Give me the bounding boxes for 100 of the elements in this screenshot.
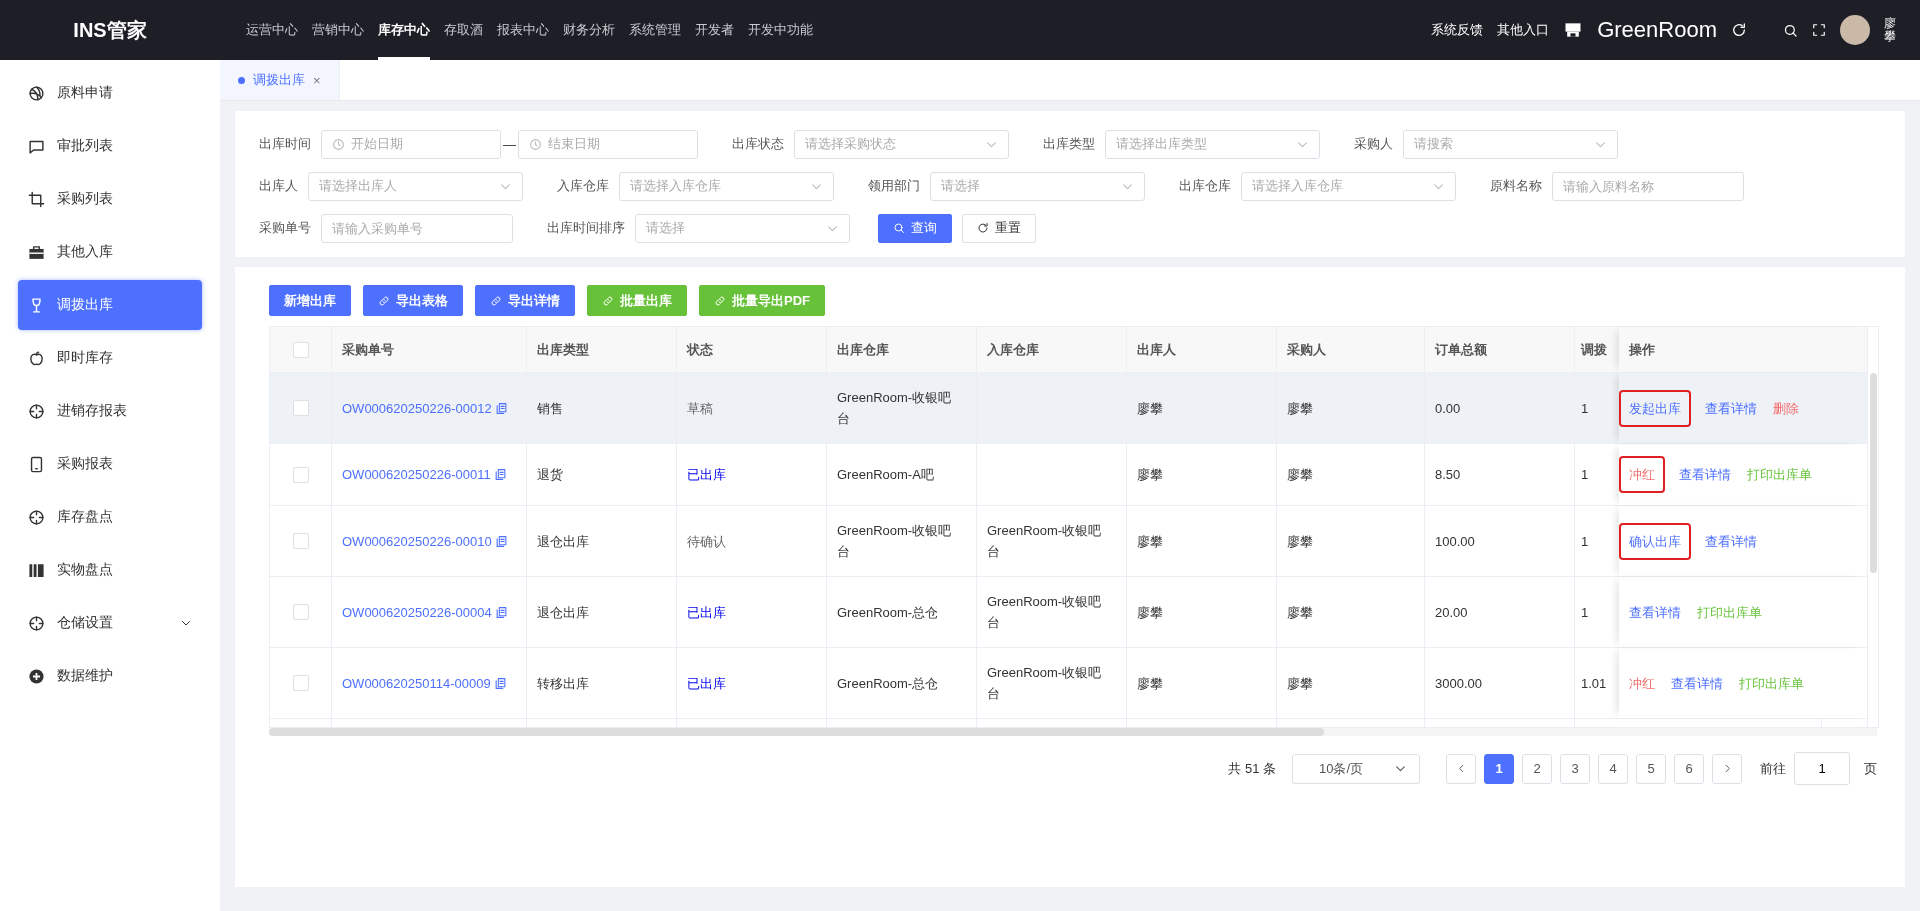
action-link[interactable]: 查看详情 xyxy=(1705,530,1757,552)
search-icon[interactable] xyxy=(1783,22,1798,38)
search-button[interactable]: 查询 xyxy=(878,213,952,243)
action-link[interactable]: 冲红 xyxy=(1629,672,1655,694)
header-link[interactable]: 系统反馈 xyxy=(1431,21,1484,39)
page-button[interactable]: 4 xyxy=(1598,753,1628,784)
table-cell-text: 销售 xyxy=(537,399,563,418)
table-row[interactable]: OW000620250114-00009 转移出库 已出库 GreenRoom-总仓 GreenRoom-收银吧台 廖攀 廖攀 3000.00 1.01 冲红 查看详情 打印出库单 xyxy=(270,648,1867,719)
checkbox[interactable] xyxy=(292,604,309,620)
table-row[interactable]: OW000620250226-00011 退货 已出库 GreenRoom-A吧 廖攀 廖攀 8.50 1 冲红 查看详情 打印出库单 xyxy=(270,444,1867,506)
page-button[interactable]: 2 xyxy=(1522,753,1552,784)
page-input[interactable]: 1 xyxy=(1794,752,1850,785)
toolbar-button[interactable]: 导出详情 xyxy=(475,285,575,316)
date-field[interactable]: 结束日期 xyxy=(518,129,698,159)
action-link[interactable]: 查看详情 xyxy=(1705,397,1757,419)
select-field[interactable]: 请选择采购状态 xyxy=(794,129,1009,159)
sidebar-item[interactable]: 原料申请 xyxy=(18,68,202,118)
nav-tab[interactable]: 财务分析 xyxy=(563,0,615,60)
select-field[interactable]: 请选择出库类型 xyxy=(1105,129,1320,159)
order-link[interactable]: OW000620250226-00012 xyxy=(342,397,492,419)
page-button[interactable]: 3 xyxy=(1560,753,1590,784)
user-name[interactable]: 廖攀 xyxy=(1884,16,1896,44)
toolbar-button[interactable]: 导出表格 xyxy=(363,285,463,316)
select-field[interactable]: 请搜索 xyxy=(1403,129,1618,159)
toolbar-button[interactable]: 新增出库 xyxy=(269,285,351,316)
copy-icon[interactable] xyxy=(493,676,507,690)
page-button[interactable]: 6 xyxy=(1674,753,1704,784)
copy-icon[interactable] xyxy=(494,534,508,548)
checkbox[interactable] xyxy=(292,675,309,691)
sidebar-item[interactable]: 实物盘点 xyxy=(18,545,202,595)
table-row[interactable]: OW000620250226-00004 退仓出库 已出库 GreenRoom-总仓 GreenRoom-收银吧台 廖攀 廖攀 20.00 1 查看详情 打印出库单 xyxy=(270,577,1867,648)
copy-icon[interactable] xyxy=(493,468,507,481)
fullscreen-icon[interactable] xyxy=(1812,23,1826,37)
order-link[interactable]: OW000620250226-00010 xyxy=(342,530,492,552)
action-link[interactable]: 查看详情 xyxy=(1629,601,1681,623)
next-page-button[interactable] xyxy=(1712,753,1742,784)
nav-tab[interactable]: 报表中心 xyxy=(497,0,549,60)
page-size-select[interactable]: 10条/页 xyxy=(1292,753,1420,784)
date-field[interactable]: 开始日期 xyxy=(321,129,501,159)
copy-icon[interactable] xyxy=(494,605,508,619)
select-field[interactable]: 请选择 xyxy=(930,171,1145,201)
copy-icon[interactable] xyxy=(494,401,508,415)
sidebar-item[interactable]: 审批列表 xyxy=(18,121,202,171)
nav-tab[interactable]: 运营中心 xyxy=(246,0,298,60)
select-field[interactable]: 请选择入库仓库 xyxy=(1241,171,1456,201)
checkbox[interactable] xyxy=(292,533,309,549)
sidebar-item[interactable]: 数据维护 xyxy=(18,651,202,701)
sidebar-item[interactable]: 仓储设置 xyxy=(18,598,202,648)
input-field[interactable]: 请输入采购单号 xyxy=(321,213,513,243)
prev-page-button[interactable] xyxy=(1446,753,1476,784)
nav-tab[interactable]: 开发者 xyxy=(695,0,734,60)
action-link[interactable]: 打印出库单 xyxy=(1697,601,1762,623)
action-link[interactable]: 删除 xyxy=(1773,397,1799,419)
action-link[interactable]: 发起出库 xyxy=(1621,391,1689,425)
scrollbar-thumb[interactable] xyxy=(1870,373,1877,573)
select-field[interactable]: 请选择入库仓库 xyxy=(619,171,834,201)
nav-tab[interactable]: 系统管理 xyxy=(629,0,681,60)
table-cell-text: 廖攀 xyxy=(1137,532,1163,551)
sidebar-item[interactable]: 进销存报表 xyxy=(18,386,202,436)
page-button[interactable]: 1 xyxy=(1484,753,1514,784)
checkbox[interactable] xyxy=(292,400,309,416)
table-row[interactable]: OW000620250226-00012 销售 草稿 GreenRoom-收银吧台 廖攀 廖攀 0.00 1 发起出库 查看详情 删除 xyxy=(270,373,1867,444)
toolbar-button[interactable]: 批量出库 xyxy=(587,285,687,316)
user-avatar[interactable] xyxy=(1840,15,1870,45)
table-row[interactable]: OW000620250226-00010 退仓出库 待确认 GreenRoom-收银吧台 GreenRoom-收银吧台 廖攀 廖攀 100.00 1 确认出库 查看详情 xyxy=(270,506,1867,577)
checkbox[interactable] xyxy=(292,341,309,358)
header-link[interactable]: 其他入口 xyxy=(1497,21,1550,39)
sidebar-item[interactable]: 库存盘点 xyxy=(18,492,202,542)
action-link[interactable]: 确认出库 xyxy=(1621,524,1689,558)
field-label: 出库人 xyxy=(259,177,298,195)
page-button[interactable]: 5 xyxy=(1636,753,1666,784)
close-icon[interactable]: × xyxy=(313,72,321,88)
action-link[interactable]: 查看详情 xyxy=(1671,672,1723,694)
sidebar-item[interactable]: 调拨出库 xyxy=(18,280,202,330)
nav-tab[interactable]: 存取酒 xyxy=(444,0,483,60)
scrollbar-thumb[interactable] xyxy=(269,728,1324,736)
order-link[interactable]: OW000620250226-00004 xyxy=(342,601,492,623)
store-name[interactable]: GreenRoom xyxy=(1597,17,1717,43)
order-link[interactable]: OW000620250226-00011 xyxy=(342,464,491,485)
sidebar-item[interactable]: 采购报表 xyxy=(18,439,202,489)
action-link[interactable]: 打印出库单 xyxy=(1739,672,1804,694)
table-cell-text: GreenRoom-收银吧台 xyxy=(987,593,1103,632)
sidebar-item[interactable]: 即时库存 xyxy=(18,333,202,383)
checkbox[interactable] xyxy=(292,466,309,483)
input-field[interactable]: 请输入原料名称 xyxy=(1552,171,1744,201)
scrollbar-track[interactable] xyxy=(1867,327,1878,727)
action-link[interactable]: 打印出库单 xyxy=(1747,464,1812,485)
nav-tab[interactable]: 开发中功能 xyxy=(748,0,813,60)
sidebar-item[interactable]: 采购列表 xyxy=(18,174,202,224)
select-field[interactable]: 请选择出库人 xyxy=(308,171,523,201)
toolbar-button[interactable]: 批量导出PDF xyxy=(699,285,825,316)
action-link[interactable]: 冲红 xyxy=(1621,458,1663,491)
reset-button[interactable]: 重置 xyxy=(962,213,1036,243)
select-field[interactable]: 请选择 xyxy=(635,213,850,243)
nav-tab[interactable]: 营销中心 xyxy=(312,0,364,60)
action-link[interactable]: 查看详情 xyxy=(1679,464,1731,485)
order-link[interactable]: OW000620250114-00009 xyxy=(342,672,491,694)
sidebar-item[interactable]: 其他入库 xyxy=(18,227,202,277)
refresh-icon[interactable] xyxy=(1731,22,1747,38)
page-tab[interactable]: 调拨出库 × xyxy=(220,60,340,100)
